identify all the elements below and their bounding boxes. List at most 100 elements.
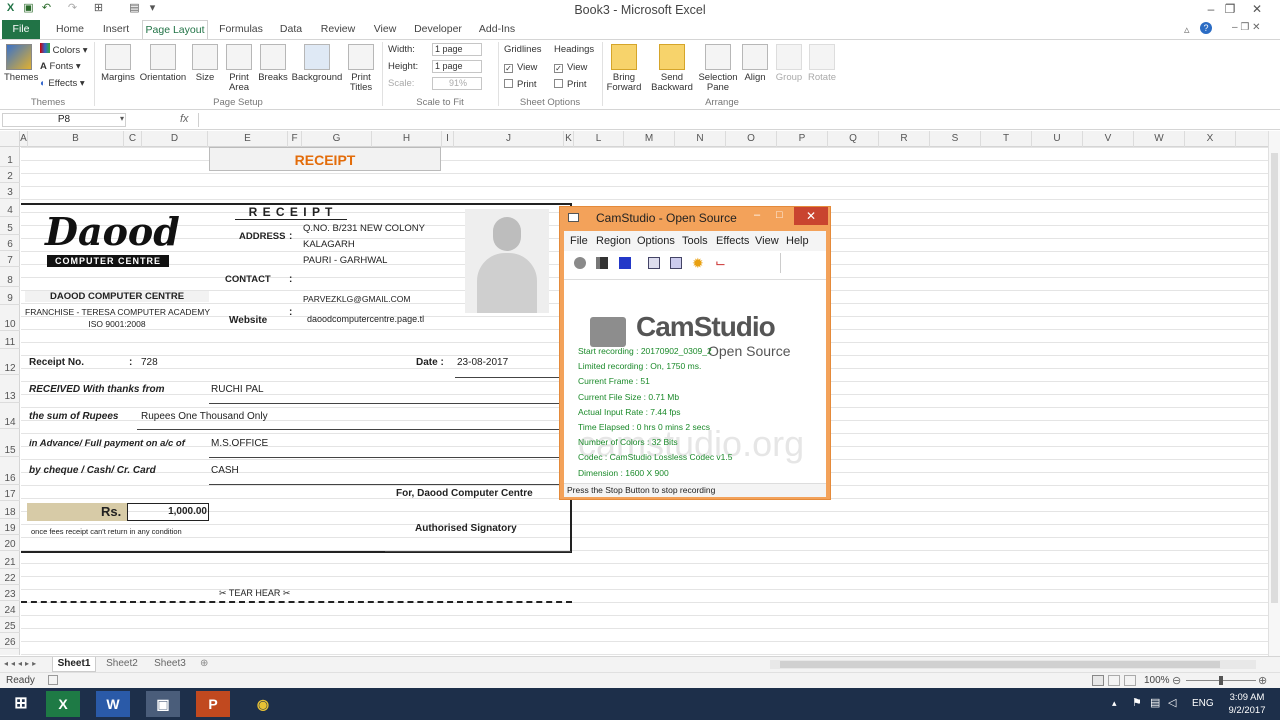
- group-button[interactable]: Group: [774, 44, 804, 83]
- select-all-button[interactable]: [0, 131, 20, 147]
- row-header[interactable]: 16: [0, 473, 20, 485]
- size-button[interactable]: Size: [192, 44, 218, 83]
- width-select[interactable]: 1 page: [432, 43, 482, 56]
- settings-icon[interactable]: ✹: [692, 255, 704, 272]
- column-header[interactable]: H: [372, 131, 442, 147]
- scale-input[interactable]: 91%: [432, 77, 482, 90]
- print-area-button[interactable]: Print Area: [222, 44, 256, 93]
- row-header[interactable]: 19: [0, 523, 20, 535]
- rotate-button[interactable]: Rotate: [806, 44, 838, 83]
- clock-time[interactable]: 3:09 AM: [1222, 692, 1272, 703]
- camstudio-close-button[interactable]: ✕: [794, 207, 828, 225]
- row-header[interactable]: 11: [0, 337, 20, 349]
- send-backward-button[interactable]: Send Backward: [646, 44, 698, 93]
- row-header[interactable]: 18: [0, 507, 20, 519]
- orientation-button[interactable]: Orientation: [138, 44, 188, 83]
- column-header[interactable]: P: [777, 131, 828, 147]
- ribbon-collapse-icon[interactable]: ▵: [1184, 23, 1190, 36]
- scale-control[interactable]: Scale: 91%: [388, 77, 482, 91]
- menu-file[interactable]: File: [570, 235, 588, 247]
- sheet-tab-2[interactable]: Sheet2: [100, 658, 144, 669]
- minimize-to-tray-icon[interactable]: ⌙: [715, 255, 726, 271]
- column-header[interactable]: S: [930, 131, 981, 147]
- tab-page-layout[interactable]: Page Layout: [142, 20, 208, 39]
- row-header[interactable]: 14: [0, 417, 20, 429]
- sheet-tab-3[interactable]: Sheet3: [148, 658, 192, 669]
- column-header[interactable]: U: [1032, 131, 1083, 147]
- tab-file[interactable]: File: [2, 20, 40, 39]
- menu-tools[interactable]: Tools: [682, 235, 708, 247]
- close-button[interactable]: ✕: [1248, 2, 1266, 16]
- row-header[interactable]: 20: [0, 539, 20, 551]
- column-header[interactable]: N: [675, 131, 726, 147]
- row-header[interactable]: 15: [0, 445, 20, 457]
- column-header[interactable]: G: [302, 131, 372, 147]
- row-header[interactable]: 1: [0, 155, 20, 167]
- formula-input[interactable]: [198, 113, 1266, 127]
- background-button[interactable]: Background: [290, 44, 344, 83]
- macro-record-icon[interactable]: [48, 675, 58, 685]
- column-header[interactable]: L: [574, 131, 624, 147]
- network-icon[interactable]: ▤: [1150, 696, 1160, 709]
- row-header[interactable]: 10: [0, 319, 20, 331]
- column-header[interactable]: E: [208, 131, 288, 147]
- column-header[interactable]: A: [20, 131, 28, 147]
- width-control[interactable]: Width: 1 page: [388, 43, 482, 57]
- column-header[interactable]: D: [142, 131, 208, 147]
- column-header[interactable]: W: [1134, 131, 1185, 147]
- column-header[interactable]: M: [624, 131, 675, 147]
- tab-view[interactable]: View: [370, 20, 400, 39]
- column-header[interactable]: K: [564, 131, 574, 147]
- row-header[interactable]: 5: [0, 223, 20, 235]
- windows-start-icon[interactable]: ⊞: [4, 691, 38, 717]
- word-taskbar-icon[interactable]: W: [96, 691, 130, 717]
- page-layout-view-icon[interactable]: [1108, 675, 1120, 686]
- column-header[interactable]: J: [454, 131, 564, 147]
- row-header[interactable]: 13: [0, 391, 20, 403]
- vertical-scrollbar[interactable]: [1268, 131, 1280, 656]
- clock-date[interactable]: 9/2/2017: [1222, 705, 1272, 716]
- column-header[interactable]: X: [1185, 131, 1236, 147]
- row-header[interactable]: 26: [0, 637, 20, 649]
- tab-data[interactable]: Data: [276, 20, 306, 39]
- row-header[interactable]: 21: [0, 557, 20, 569]
- row-header[interactable]: 24: [0, 605, 20, 617]
- language-indicator[interactable]: ENG: [1192, 698, 1214, 709]
- row-header[interactable]: 6: [0, 239, 20, 251]
- tab-home[interactable]: Home: [52, 20, 88, 39]
- horizontal-scrollbar[interactable]: [770, 660, 1256, 669]
- tab-insert[interactable]: Insert: [100, 20, 132, 39]
- column-header[interactable]: T: [981, 131, 1032, 147]
- effects-button[interactable]: ◐ Effects ▾: [40, 77, 85, 91]
- menu-region[interactable]: Region: [596, 235, 631, 247]
- zoom-in-icon[interactable]: ⊕: [1258, 674, 1267, 687]
- print-titles-button[interactable]: Print Titles: [346, 44, 376, 93]
- gridlines-print-checkbox[interactable]: Print: [504, 78, 537, 92]
- column-header[interactable]: V: [1083, 131, 1134, 147]
- row-header[interactable]: 9: [0, 293, 20, 305]
- row-header[interactable]: 25: [0, 621, 20, 633]
- new-sheet-icon[interactable]: ⊕: [200, 658, 208, 669]
- column-header[interactable]: C: [124, 131, 142, 147]
- menu-help[interactable]: Help: [786, 235, 809, 247]
- column-header[interactable]: B: [28, 131, 124, 147]
- tab-formulas[interactable]: Formulas: [218, 20, 264, 39]
- height-control[interactable]: Height: 1 page: [388, 60, 482, 74]
- name-box-dropdown-icon[interactable]: ▾: [120, 114, 124, 123]
- row-header[interactable]: 8: [0, 275, 20, 287]
- tab-review[interactable]: Review: [318, 20, 358, 39]
- tray-flag-icon[interactable]: ⚑: [1132, 696, 1142, 709]
- menu-view[interactable]: View: [755, 235, 779, 247]
- vertical-scroll-thumb[interactable]: [1271, 153, 1278, 603]
- restore-button[interactable]: ❐: [1221, 2, 1239, 16]
- headings-print-checkbox[interactable]: Print: [554, 78, 587, 92]
- fonts-button[interactable]: A Fonts ▾: [40, 60, 81, 74]
- record-icon[interactable]: [574, 257, 586, 269]
- tab-developer[interactable]: Developer: [412, 20, 464, 39]
- selection-pane-button[interactable]: Selection Pane: [698, 44, 738, 93]
- row-header[interactable]: 7: [0, 255, 20, 267]
- bring-forward-button[interactable]: Bring Forward: [604, 44, 644, 93]
- zoom-level[interactable]: 100%: [1144, 675, 1170, 686]
- row-header[interactable]: 17: [0, 489, 20, 501]
- row-header[interactable]: 3: [0, 187, 20, 199]
